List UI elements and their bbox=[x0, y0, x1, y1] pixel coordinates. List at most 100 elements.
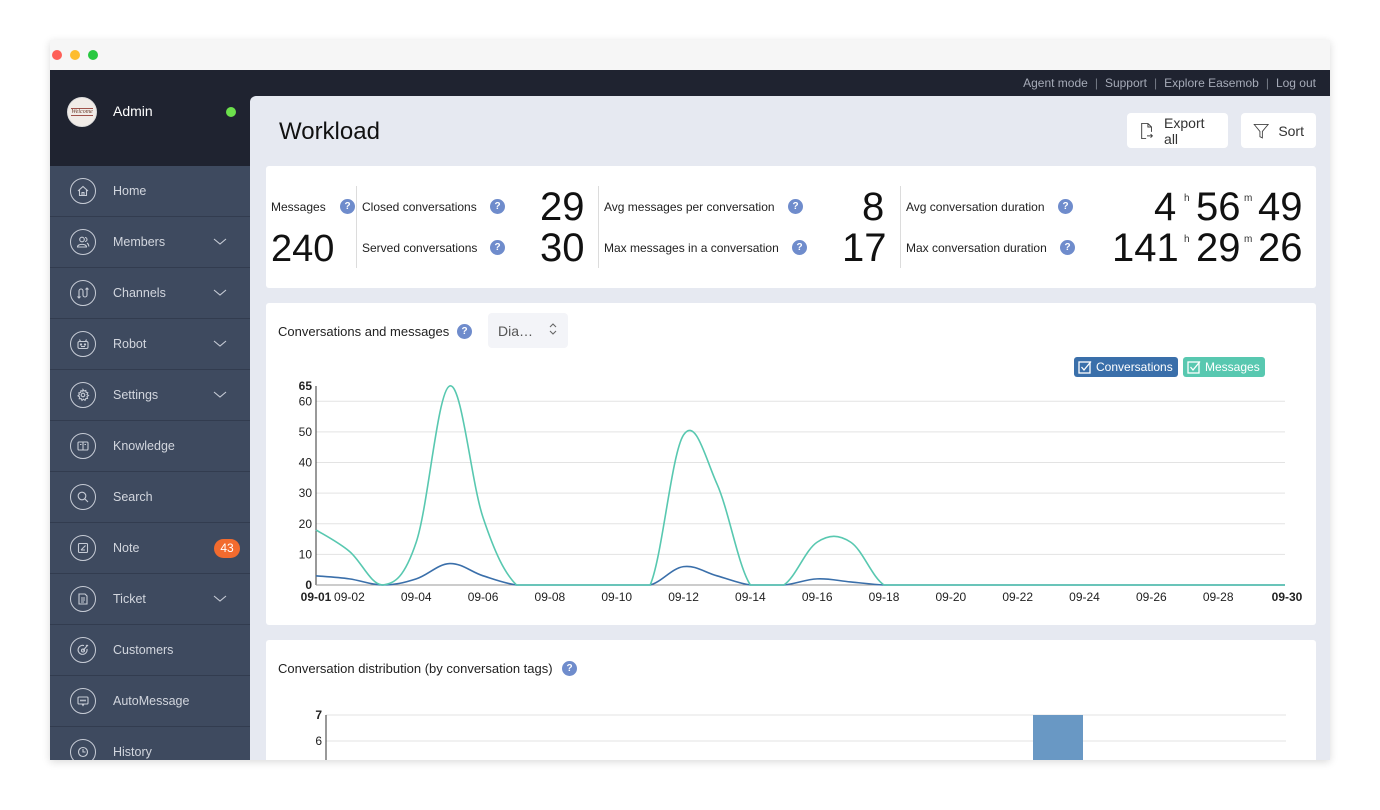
sidebar-item-note[interactable]: Note 43 bbox=[50, 523, 250, 574]
sidebar: Welcome Admin Home Members Channels Robo… bbox=[50, 70, 250, 760]
line-chart: 01020304050606509-01 09-02 09-04 09-06 09-08… bbox=[299, 379, 1303, 604]
online-status-indicator[interactable] bbox=[226, 107, 236, 117]
closed-conversations-value: 29 bbox=[540, 185, 585, 229]
sidebar-item-settings[interactable]: Settings bbox=[50, 370, 250, 421]
sidebar-item-robot[interactable]: Robot bbox=[50, 319, 250, 370]
sidebar-item-history[interactable]: History bbox=[50, 727, 250, 760]
clock-icon bbox=[70, 739, 96, 760]
closed-conversations-label: Closed conversations bbox=[362, 200, 477, 214]
minimize-window-button[interactable] bbox=[70, 50, 80, 60]
x-tick-label: 09-01 bbox=[301, 590, 332, 604]
stats-panel: Messages ? 240 Closed conversations ? 29… bbox=[266, 166, 1316, 288]
close-window-button[interactable] bbox=[52, 50, 62, 60]
minutes-unit: m bbox=[1244, 234, 1253, 245]
help-icon[interactable]: ? bbox=[788, 199, 803, 214]
help-icon[interactable]: ? bbox=[1058, 199, 1073, 214]
help-icon[interactable]: ? bbox=[792, 240, 807, 255]
gear-icon bbox=[70, 382, 96, 408]
bar bbox=[1033, 715, 1083, 760]
avg-duration-label: Avg conversation duration bbox=[906, 200, 1045, 214]
avg-messages-label: Avg messages per conversation bbox=[604, 200, 775, 214]
robot-icon bbox=[70, 331, 96, 357]
log-out-link[interactable]: Log out bbox=[1276, 76, 1316, 90]
sidebar-item-label: Home bbox=[113, 184, 147, 198]
y-tick-label: 50 bbox=[299, 425, 313, 439]
page-title: Workload bbox=[279, 118, 380, 145]
app: Agent mode | Support | Explore Easemob |… bbox=[50, 70, 1330, 760]
y-tick-label: 20 bbox=[299, 517, 313, 531]
sidebar-item-ticket[interactable]: Ticket bbox=[50, 574, 250, 625]
help-icon[interactable]: ? bbox=[490, 240, 505, 255]
x-tick-label: 09-08 bbox=[535, 590, 566, 604]
sidebar-item-knowledge[interactable]: Knowledge bbox=[50, 421, 250, 472]
x-tick-label: 09-14 bbox=[735, 590, 766, 604]
chevron-down-icon bbox=[213, 391, 227, 398]
minutes-unit: m bbox=[1244, 193, 1253, 204]
max-duration-seconds: 26 bbox=[1258, 226, 1303, 270]
y-tick-label: 60 bbox=[299, 394, 313, 408]
sidebar-item-label: Knowledge bbox=[113, 439, 175, 453]
divider bbox=[900, 186, 901, 268]
x-tick-label: 09-04 bbox=[401, 590, 432, 604]
avatar[interactable]: Welcome bbox=[67, 97, 97, 127]
y-tick-label: 30 bbox=[299, 486, 313, 500]
home-icon bbox=[70, 178, 96, 204]
note-count-badge: 43 bbox=[214, 539, 240, 558]
sidebar-item-members[interactable]: Members bbox=[50, 217, 250, 268]
separator: | bbox=[1153, 76, 1158, 90]
export-all-label: Export all bbox=[1164, 114, 1205, 147]
y-tick-label: 10 bbox=[299, 547, 313, 561]
avatar-text: Welcome bbox=[71, 108, 93, 116]
avg-duration-hours: 4 bbox=[1154, 185, 1177, 229]
help-icon[interactable]: ? bbox=[1060, 240, 1075, 255]
sidebar-item-customers[interactable]: Customers bbox=[50, 625, 250, 676]
conversation-distribution-card: Conversation distribution (by conversati… bbox=[266, 640, 1316, 760]
messages-label: Messages bbox=[271, 200, 326, 214]
sidebar-item-automessage[interactable]: AutoMessage bbox=[50, 676, 250, 727]
help-icon[interactable]: ? bbox=[340, 199, 355, 214]
chevron-down-icon bbox=[213, 289, 227, 296]
sidebar-item-label: Ticket bbox=[113, 592, 146, 606]
chevron-down-icon bbox=[213, 340, 227, 347]
sort-button[interactable]: Sort bbox=[1241, 113, 1316, 148]
y-tick-label: 6 bbox=[315, 734, 322, 748]
sidebar-item-label: History bbox=[113, 745, 152, 759]
agent-mode-link[interactable]: Agent mode bbox=[1023, 76, 1088, 90]
titlebar bbox=[50, 40, 1330, 70]
sidebar-item-label: Channels bbox=[113, 286, 166, 300]
max-duration-hours: 141 bbox=[1112, 226, 1179, 270]
separator: | bbox=[1094, 76, 1098, 90]
separator: | bbox=[1265, 76, 1269, 90]
avg-duration-seconds: 49 bbox=[1258, 185, 1303, 229]
support-link[interactable]: Support bbox=[1105, 76, 1147, 90]
x-tick-label: 09-06 bbox=[468, 590, 499, 604]
export-all-button[interactable]: Export all bbox=[1127, 113, 1228, 148]
messages-value: 240 bbox=[271, 228, 335, 270]
maximize-window-button[interactable] bbox=[88, 50, 98, 60]
avg-duration-minutes: 56 bbox=[1196, 185, 1241, 229]
series-line-messages bbox=[315, 385, 1285, 586]
channels-icon bbox=[70, 280, 96, 306]
search-icon bbox=[70, 484, 96, 510]
chevron-down-icon bbox=[213, 238, 227, 245]
customers-icon bbox=[70, 637, 96, 663]
served-conversations-value: 30 bbox=[540, 226, 585, 270]
profile: Welcome Admin bbox=[50, 70, 250, 166]
ticket-icon bbox=[70, 586, 96, 612]
sidebar-item-search[interactable]: Search bbox=[50, 472, 250, 523]
app-window: Agent mode | Support | Explore Easemob |… bbox=[50, 40, 1330, 760]
y-tick-label: 40 bbox=[299, 456, 313, 470]
x-tick-label: 09-28 bbox=[1203, 590, 1234, 604]
x-tick-label: 09-24 bbox=[1069, 590, 1100, 604]
hours-unit: h bbox=[1184, 234, 1190, 245]
max-messages-value: 17 bbox=[842, 226, 887, 270]
members-icon bbox=[70, 229, 96, 255]
explore-easemob-link[interactable]: Explore Easemob bbox=[1164, 76, 1259, 90]
sidebar-item-channels[interactable]: Channels bbox=[50, 268, 250, 319]
sidebar-item-label: Note bbox=[113, 541, 140, 555]
filter-funnel-icon bbox=[1253, 123, 1270, 139]
divider bbox=[598, 186, 599, 268]
max-duration-label: Max conversation duration bbox=[906, 241, 1047, 255]
help-icon[interactable]: ? bbox=[490, 199, 505, 214]
sidebar-item-home[interactable]: Home bbox=[50, 166, 250, 217]
